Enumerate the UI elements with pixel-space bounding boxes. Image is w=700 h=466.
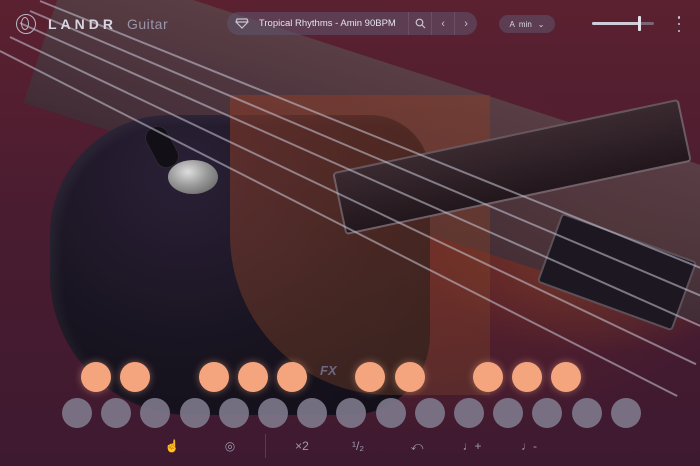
volume-fill xyxy=(592,22,639,25)
chevron-left-icon[interactable]: ‹ xyxy=(431,12,454,35)
headphone-icon[interactable]: ◎ xyxy=(218,436,242,456)
logo: LANDR Guitar xyxy=(16,14,168,34)
pad-bottom-2[interactable] xyxy=(101,398,132,428)
chevron-right-icon[interactable]: › xyxy=(454,12,477,35)
pad-bottom-7[interactable] xyxy=(297,398,328,428)
preset-name[interactable]: Tropical Rhythms - Amin 90BPM xyxy=(259,18,408,29)
chevron-down-icon: ⌄ xyxy=(537,19,545,29)
pad-top-5[interactable] xyxy=(237,362,268,392)
pad-bottom-5[interactable] xyxy=(218,398,249,428)
pad-bottom-11[interactable] xyxy=(454,398,484,428)
preset-gem-icon[interactable] xyxy=(233,15,251,33)
pad-bottom-15[interactable] xyxy=(610,398,641,428)
double-speed[interactable]: ×2 xyxy=(290,436,314,456)
pad-bottom-9[interactable] xyxy=(375,398,406,428)
volume-handle[interactable] xyxy=(637,16,641,31)
pad-bottom-10[interactable] xyxy=(414,398,445,428)
preset-selector[interactable]: Tropical Rhythms - Amin 90BPM ‹ › xyxy=(227,12,477,35)
pad-bottom-8[interactable] xyxy=(336,398,367,428)
toolbar-divider xyxy=(265,434,266,458)
guitar-knob-background xyxy=(168,160,218,194)
search-icon[interactable] xyxy=(408,12,431,35)
landr-logo-icon xyxy=(16,14,36,34)
pad-top-12[interactable] xyxy=(512,362,543,392)
pad-bottom-6[interactable] xyxy=(258,398,288,428)
touch-icon[interactable]: ☝ xyxy=(160,436,184,456)
undo-icon[interactable]: ⤺ xyxy=(405,436,429,456)
pad-top-11[interactable] xyxy=(473,362,503,392)
app-window: LANDR Guitar Tropical Rhythms - Amin 90B… xyxy=(0,0,700,466)
pad-bottom-1[interactable] xyxy=(62,398,92,428)
pad-bottom-14[interactable] xyxy=(571,398,602,428)
more-vertical-icon[interactable] xyxy=(674,16,684,32)
volume-slider[interactable] xyxy=(592,16,654,31)
brand-name: LANDR xyxy=(48,16,117,32)
pad-bottom-4[interactable] xyxy=(179,398,210,428)
key-value: A min xyxy=(509,19,532,29)
pad-top-6[interactable] xyxy=(277,362,307,392)
key-select[interactable]: A min ⌄ xyxy=(499,15,555,33)
fx-label: FX xyxy=(320,363,337,378)
note-up-icon[interactable]: ♩+ xyxy=(460,436,484,456)
pad-top-2[interactable] xyxy=(120,362,151,392)
pad-bottom-12[interactable] xyxy=(493,398,524,428)
pad-top-1[interactable] xyxy=(81,362,111,392)
pad-bottom-13[interactable] xyxy=(532,398,563,428)
pad-top-4[interactable] xyxy=(198,362,229,392)
product-name: Guitar xyxy=(127,16,169,32)
note-down-icon[interactable]: ♩- xyxy=(517,436,541,456)
top-bar: LANDR Guitar Tropical Rhythms - Amin 90B… xyxy=(0,0,700,48)
pad-top-9[interactable] xyxy=(394,362,425,392)
half-speed[interactable]: ¹/₂ xyxy=(346,436,370,456)
pad-top-13[interactable] xyxy=(551,362,582,392)
pad-bottom-3[interactable] xyxy=(140,398,171,428)
